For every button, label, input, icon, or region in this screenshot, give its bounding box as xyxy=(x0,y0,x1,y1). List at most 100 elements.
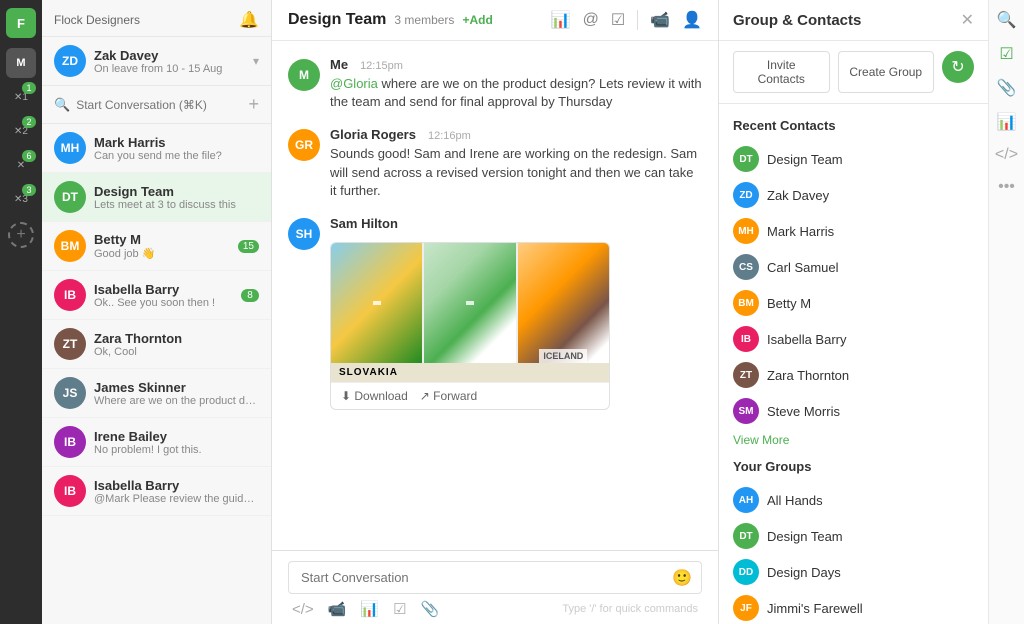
more-icon[interactable]: ••• xyxy=(998,178,1015,196)
sidebar: Flock Designers 🔔 ZD Zak Davey On leave … xyxy=(42,0,272,624)
contact-avatar: CS xyxy=(733,254,759,280)
group-item-all-hands[interactable]: AH All Hands xyxy=(733,482,974,518)
contact-name: Betty M xyxy=(94,232,230,247)
message-preview: @Mark Please review the guidelines xyxy=(94,493,259,505)
message-body: Me 12:15pm @Gloria where are we on the p… xyxy=(330,57,702,111)
checklist-icon[interactable]: ☑ xyxy=(393,600,406,618)
checklist-icon[interactable]: ☑ xyxy=(611,10,625,30)
contact-item-carl-samuel[interactable]: CS Carl Samuel xyxy=(733,249,974,285)
contact-item-isabella-barry[interactable]: IB Isabella Barry xyxy=(733,321,974,357)
group-item-design-team[interactable]: DT Design Team xyxy=(733,518,974,554)
contact-item-steve-morris[interactable]: SM Steve Morris xyxy=(733,393,974,429)
group-name: Jimmi's Farewell xyxy=(767,601,863,616)
download-button[interactable]: ⬇ Download xyxy=(341,389,408,403)
conversation-item-zara-thornton[interactable]: ZT Zara Thornton Ok, Cool xyxy=(42,320,271,369)
attachment-icon[interactable]: 📎 xyxy=(421,600,440,618)
notification-bell-icon[interactable]: 🔔 xyxy=(239,10,259,30)
members-icon[interactable]: 👤 xyxy=(682,10,702,30)
conversation-item-isabella-barry-2[interactable]: IB Isabella Barry @Mark Please review th… xyxy=(42,467,271,516)
contact-name: Isabella Barry xyxy=(767,332,846,347)
mention-icon[interactable]: @ xyxy=(583,11,599,29)
message-sender: Gloria Rogers xyxy=(330,127,416,142)
group-contacts-icon[interactable]: ☑ xyxy=(999,44,1013,64)
current-user: ZD Zak Davey On leave from 10 - 15 Aug ▾ xyxy=(42,37,271,86)
add-workspace-button[interactable]: + xyxy=(8,222,34,248)
message-time: 12:15pm xyxy=(360,60,403,72)
nav-item-2[interactable]: ✕2 2 xyxy=(6,116,36,146)
nav-item-4[interactable]: ✕3 3 xyxy=(6,184,36,214)
contact-avatar: BM xyxy=(733,290,759,316)
emoji-button[interactable]: 🙂 xyxy=(672,568,692,588)
chat-messages: M Me 12:15pm @Gloria where are we on the… xyxy=(272,41,718,550)
avatar: JS xyxy=(54,377,86,409)
avatar: IB xyxy=(54,426,86,458)
forward-button[interactable]: ↗ Forward xyxy=(420,389,477,403)
contact-name: Zara Thornton xyxy=(767,368,849,383)
group-avatar: DD xyxy=(733,559,759,585)
sidebar-item-info: Isabella Barry @Mark Please review the g… xyxy=(94,478,259,505)
conversation-item-james-skinner[interactable]: JS James Skinner Where are we on the pro… xyxy=(42,369,271,418)
message-item: M Me 12:15pm @Gloria where are we on the… xyxy=(288,57,702,111)
conversation-item-irene-bailey[interactable]: IB Irene Bailey No problem! I got this. xyxy=(42,418,271,467)
group-item-jimmis-farewell[interactable]: JF Jimmi's Farewell xyxy=(733,590,974,624)
contact-name: Betty M xyxy=(767,296,811,311)
close-panel-button[interactable]: ✕ xyxy=(961,10,974,30)
contact-name: Isabella Barry xyxy=(94,478,259,493)
chat-toolbar: </> 📹 📊 ☑ 📎 Type '/' for quick commands xyxy=(288,594,702,620)
video-icon[interactable]: 📹 xyxy=(650,10,670,30)
contact-name: Mark Harris xyxy=(94,135,259,150)
user-dropdown-icon[interactable]: ▾ xyxy=(253,54,259,68)
avatar: DT xyxy=(54,181,86,213)
message-preview: Where are we on the product designs? xyxy=(94,395,259,407)
analytics-icon[interactable]: 📊 xyxy=(551,10,571,30)
refresh-button[interactable]: ↻ xyxy=(942,51,974,83)
right-panel: Group & Contacts ✕ Invite Contacts Creat… xyxy=(718,0,988,624)
message-input[interactable] xyxy=(288,561,702,594)
avatar: MH xyxy=(54,132,86,164)
conversation-item-betty-m[interactable]: BM Betty M Good job 👋 15 xyxy=(42,222,271,271)
search-icon[interactable]: 🔍 xyxy=(997,10,1017,30)
create-group-button[interactable]: Create Group xyxy=(838,51,935,93)
video-call-icon[interactable]: 📹 xyxy=(328,600,347,618)
attachment-image-1 xyxy=(331,243,422,363)
conversation-item-isabella-barry[interactable]: IB Isabella Barry Ok.. See you soon then… xyxy=(42,271,271,320)
code-icon[interactable]: </> xyxy=(995,146,1018,164)
contact-name: Irene Bailey xyxy=(94,429,259,444)
conversation-item-design-team[interactable]: DT Design Team Lets meet at 3 to discuss… xyxy=(42,173,271,222)
contact-name: Zak Davey xyxy=(767,188,829,203)
group-item-design-days[interactable]: DD Design Days xyxy=(733,554,974,590)
message-body: Gloria Rogers 12:16pm Sounds good! Sam a… xyxy=(330,127,702,200)
contact-name: Steve Morris xyxy=(767,404,840,419)
contact-item-zara-thornton[interactable]: ZT Zara Thornton xyxy=(733,357,974,393)
invite-contacts-button[interactable]: Invite Contacts xyxy=(733,51,830,93)
image-label-2 xyxy=(466,301,474,305)
nav-item-1[interactable]: ✕1 1 xyxy=(6,82,36,112)
conversation-item-mark-harris[interactable]: MH Mark Harris Can you send me the file? xyxy=(42,124,271,173)
search-bar: 🔍 + xyxy=(42,86,271,124)
message-header: Sam Hilton xyxy=(330,216,702,234)
avatar: BM xyxy=(54,230,86,262)
view-more-contacts-link[interactable]: View More xyxy=(733,433,974,447)
contact-avatar: MH xyxy=(733,218,759,244)
contact-avatar: ZD xyxy=(733,182,759,208)
user-status: On leave from 10 - 15 Aug xyxy=(94,63,222,75)
code-icon[interactable]: </> xyxy=(292,601,314,618)
your-groups-title: Your Groups xyxy=(733,459,974,474)
chat-header: Design Team 3 members +Add 📊 @ ☑ 📹 👤 xyxy=(272,0,718,41)
contact-item-betty-m[interactable]: BM Betty M xyxy=(733,285,974,321)
contact-item-zak-davey[interactable]: ZD Zak Davey xyxy=(733,177,974,213)
nav-item-m[interactable]: M xyxy=(6,48,36,78)
unread-badge: 15 xyxy=(238,240,259,253)
chart-icon[interactable]: 📊 xyxy=(360,600,379,618)
pin-icon[interactable]: 📎 xyxy=(997,78,1017,98)
contact-name: Carl Samuel xyxy=(767,260,839,275)
bar-chart-icon[interactable]: 📊 xyxy=(997,112,1017,132)
contact-item-design-team[interactable]: DT Design Team xyxy=(733,141,974,177)
group-avatar: AH xyxy=(733,487,759,513)
search-input[interactable] xyxy=(76,98,242,112)
app-avatar[interactable]: F xyxy=(6,8,36,38)
add-members-button[interactable]: +Add xyxy=(462,13,492,27)
nav-item-3[interactable]: ✕ 6 xyxy=(6,150,36,180)
contact-item-mark-harris[interactable]: MH Mark Harris xyxy=(733,213,974,249)
new-conversation-button[interactable]: + xyxy=(248,94,259,115)
